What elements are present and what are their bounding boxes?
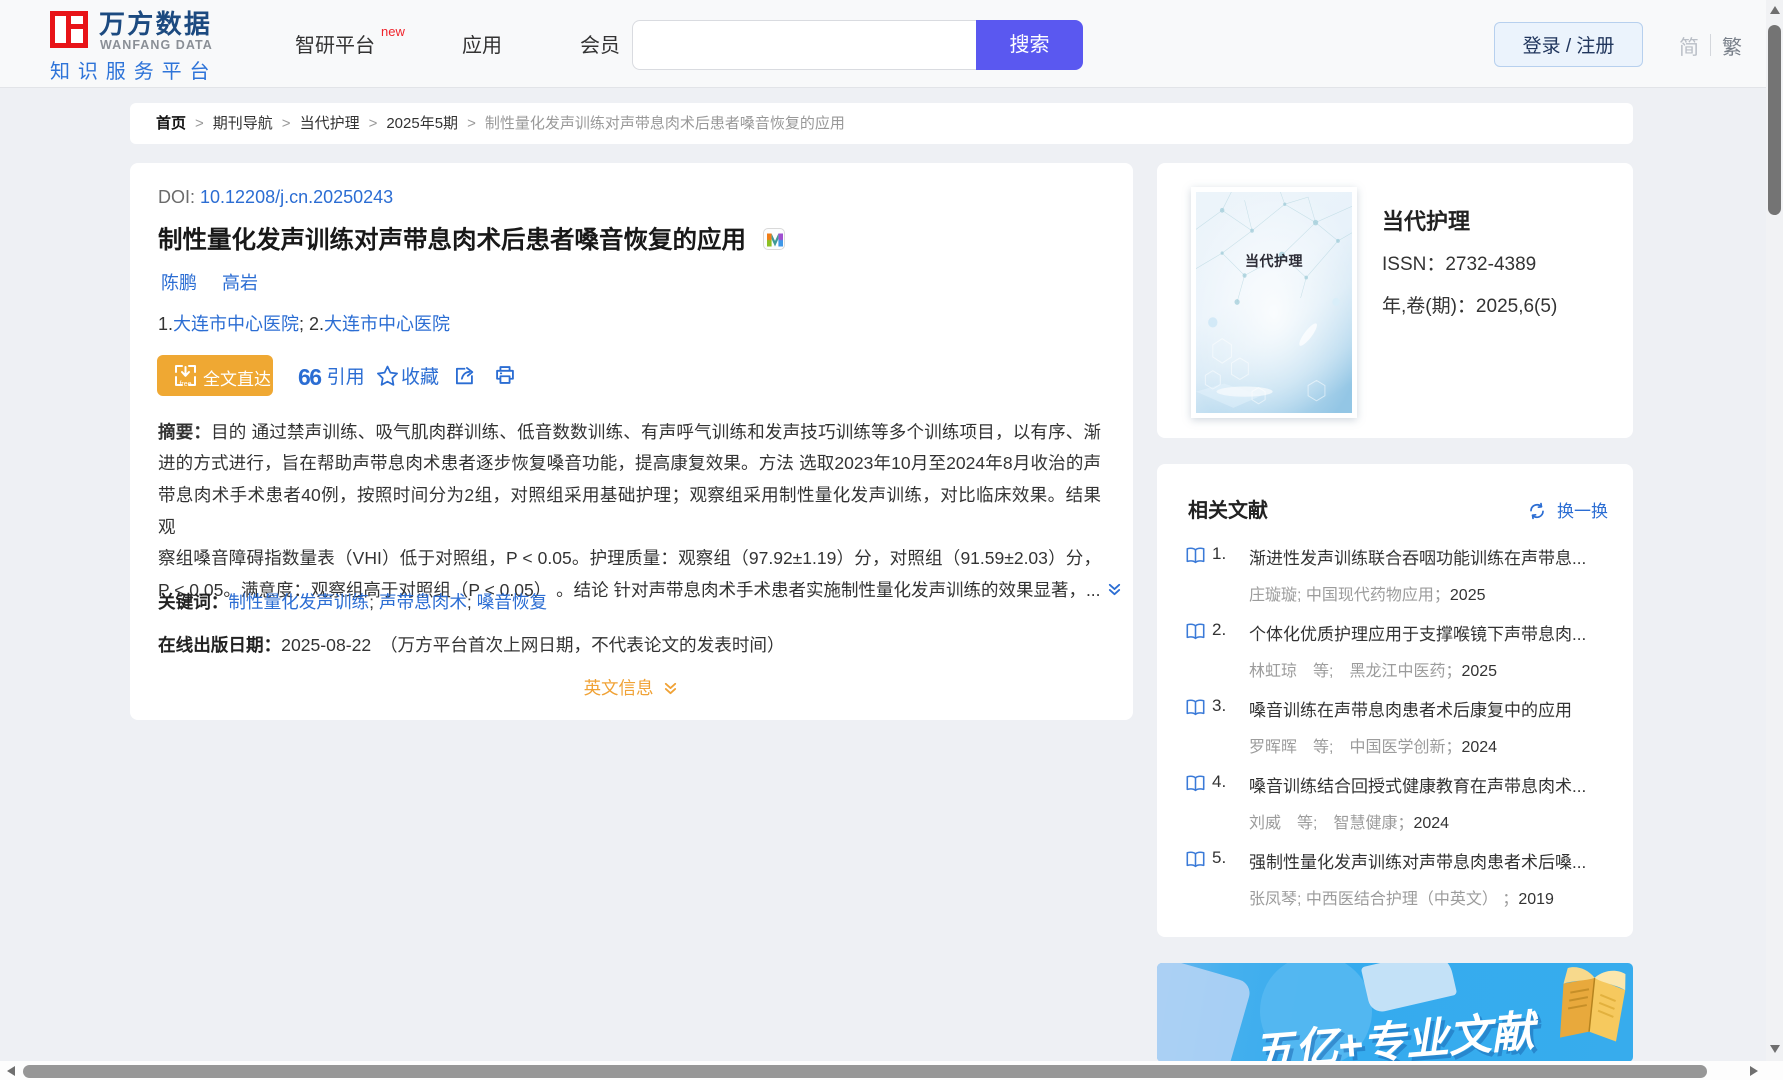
svg-text:free: free <box>179 381 191 388</box>
